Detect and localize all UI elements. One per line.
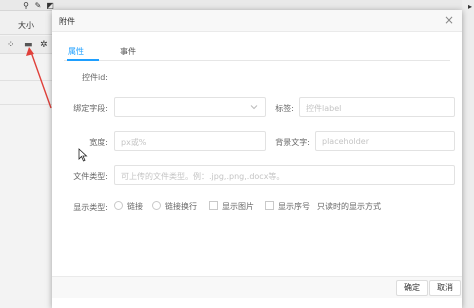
dialog-title: 附件	[59, 17, 75, 26]
radio-link-wrap-label: 链接换行	[165, 202, 197, 211]
tab-properties[interactable]: 属性	[68, 46, 84, 57]
tag-label: 标签:	[275, 104, 294, 113]
editor-divider	[0, 80, 52, 81]
width-label: 宽度:	[89, 138, 108, 147]
radio-circle	[114, 201, 123, 210]
checkbox-show-image-label: 显示图片	[222, 202, 254, 211]
display-type-label: 显示类型:	[73, 203, 108, 212]
bind-field-label: 绑定字段:	[73, 104, 108, 113]
radio-link-label: 链接	[127, 202, 143, 211]
control-id-label: 控件id:	[82, 73, 108, 82]
bg-text-label: 背景文字:	[275, 138, 310, 147]
width-input[interactable]: px或%	[114, 131, 266, 151]
mouse-cursor-icon	[78, 148, 88, 162]
tag-placeholder: 控件label	[306, 104, 342, 113]
readonly-display-note: 只读时的显示方式	[317, 202, 381, 211]
radio-link-wrap[interactable]: 链接换行	[152, 201, 197, 213]
chevron-down-icon	[250, 105, 258, 110]
more-icon[interactable]: ▸	[468, 2, 472, 11]
active-tab-indicator	[67, 59, 99, 61]
bind-field-select[interactable]	[114, 97, 266, 117]
editor-row-widgets: ⁘ ▬ ✲	[0, 36, 52, 54]
dialog-header: 附件 ×	[52, 10, 462, 32]
checkbox-show-image[interactable]: 显示图片	[209, 201, 254, 213]
search-icon[interactable]: ⚲	[22, 2, 30, 10]
width-placeholder: px或%	[121, 138, 147, 147]
checkbox-show-index-label: 显示序号	[278, 202, 310, 211]
checkbox-box	[209, 201, 218, 210]
dialog-footer: 确定 取消	[52, 276, 462, 298]
pen-icon[interactable]: ✎	[34, 2, 42, 10]
checkbox-box	[265, 201, 274, 210]
widget-icon[interactable]: ⁘	[7, 40, 15, 50]
radio-link[interactable]: 链接	[114, 201, 143, 213]
cancel-button[interactable]: 取消	[429, 280, 461, 296]
file-type-label: 文件类型:	[73, 172, 108, 181]
gear-icon[interactable]: ✲	[40, 40, 48, 50]
radio-circle	[152, 201, 161, 210]
close-icon[interactable]: ×	[443, 14, 455, 26]
editor-divider	[0, 104, 52, 105]
editor-row-font-size: 大小	[0, 11, 52, 35]
confirm-button[interactable]: 确定	[396, 280, 428, 296]
tag-input[interactable]: 控件label	[299, 97, 455, 117]
attachment-widget-icon[interactable]: ▬	[24, 40, 33, 50]
editor-right-edge: ▸	[462, 0, 474, 308]
tab-bar: 属性 事件	[64, 44, 450, 61]
file-type-placeholder: 可上传的文件类型。例：.jpg,.png,.docx等。	[121, 172, 285, 181]
checkbox-show-index[interactable]: 显示序号	[265, 201, 310, 213]
bg-text-placeholder: placeholder	[322, 137, 369, 146]
tab-events[interactable]: 事件	[120, 46, 136, 57]
bg-text-input[interactable]: placeholder	[315, 131, 455, 151]
file-type-input[interactable]: 可上传的文件类型。例：.jpg,.png,.docx等。	[114, 165, 455, 185]
font-size-select[interactable]: 大小	[18, 20, 34, 31]
format-icon[interactable]: ◩	[46, 2, 54, 10]
